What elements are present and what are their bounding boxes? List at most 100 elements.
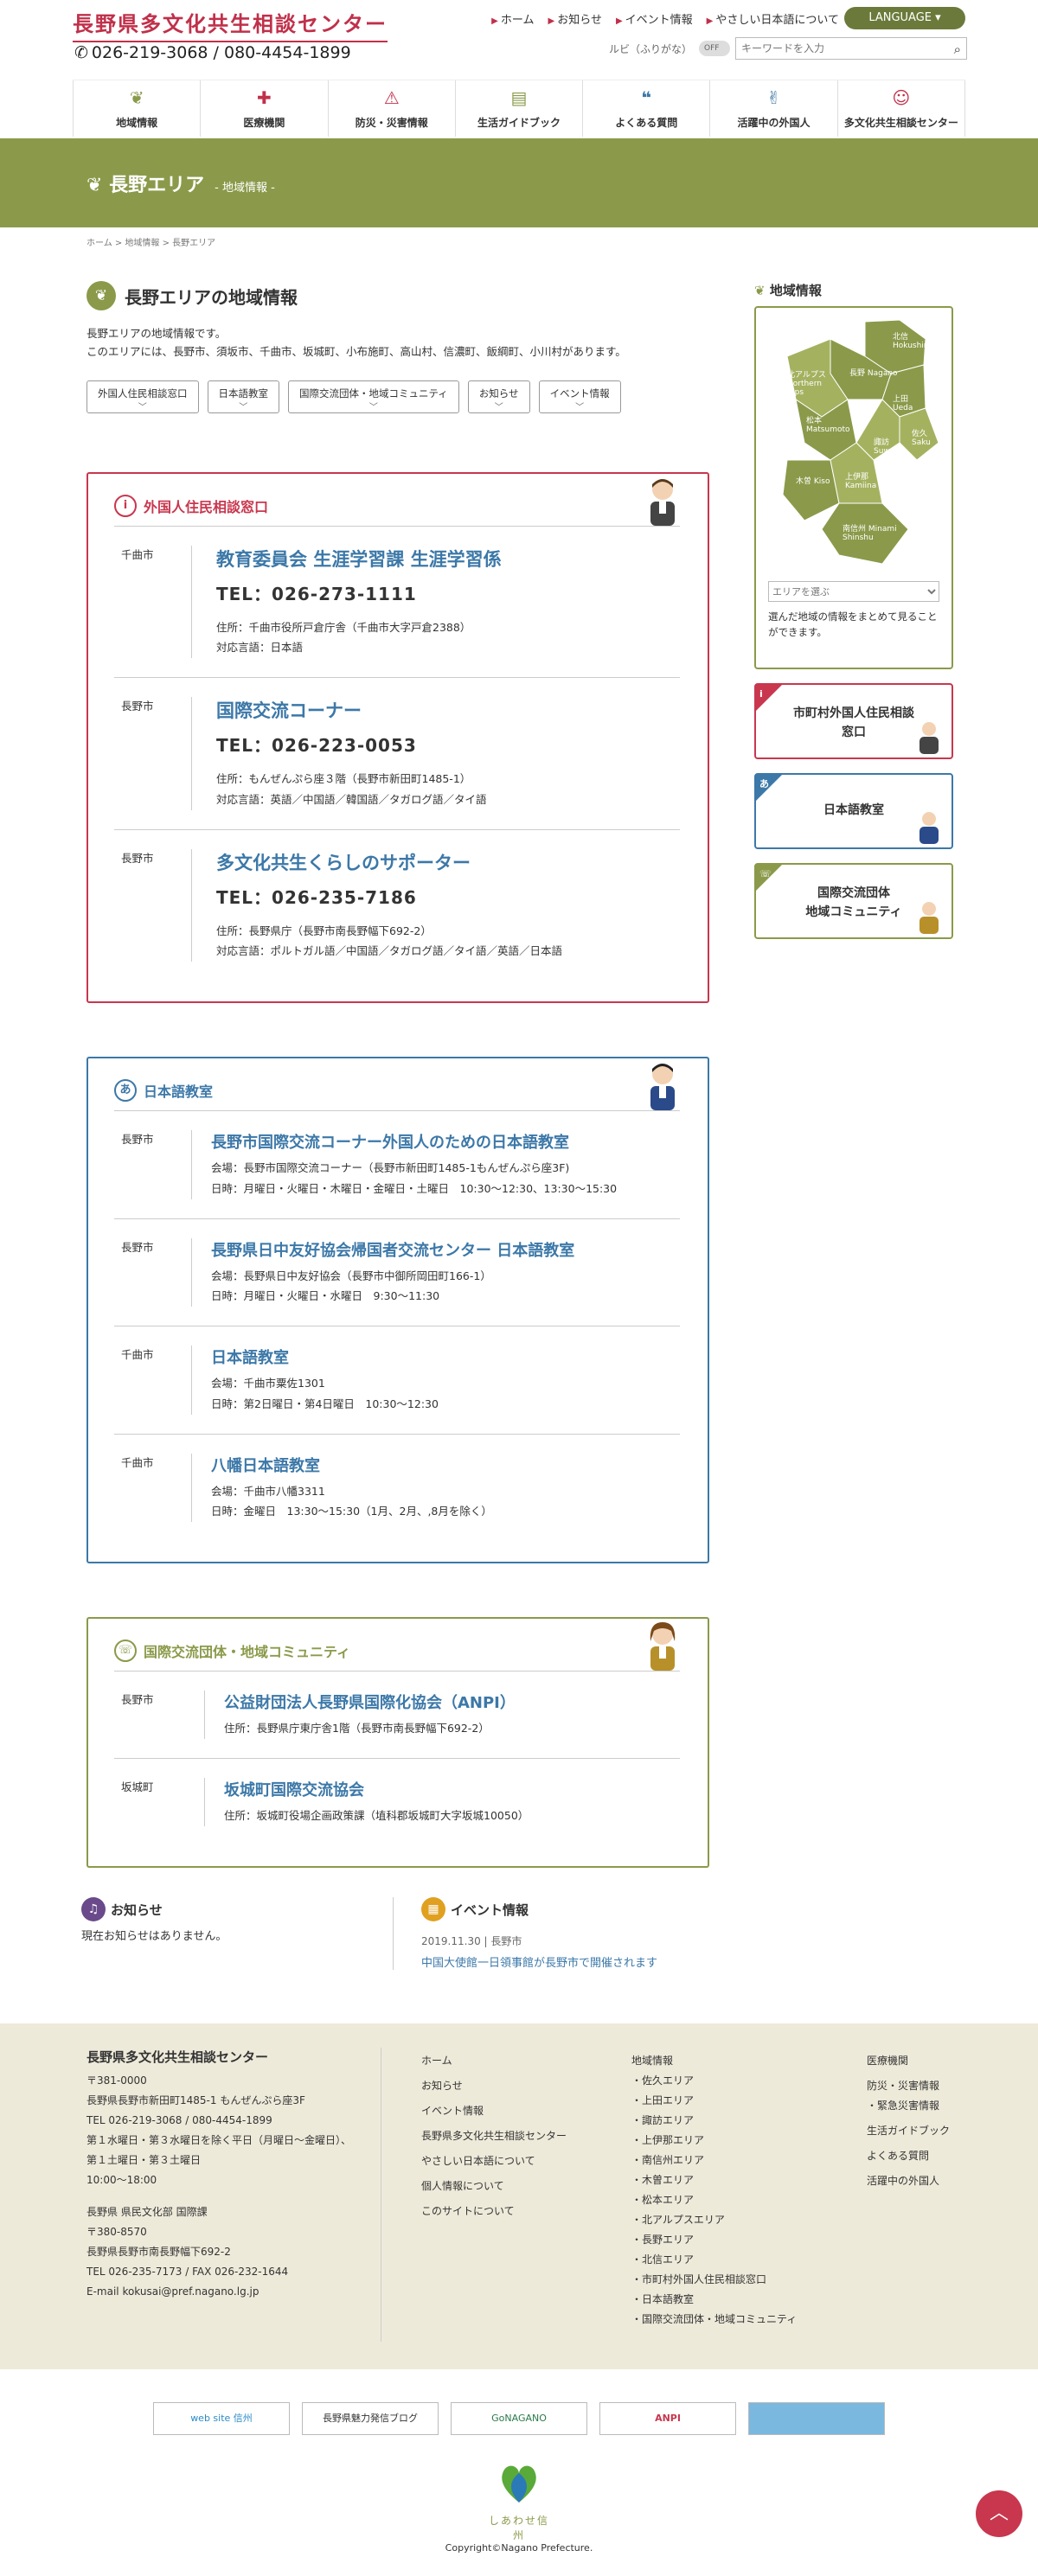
row-info: 国際交流コーナー TEL：026-223-0053 住所：もんぜんぷら座３階（長…	[192, 697, 680, 810]
footer-link[interactable]: 長野県多文化共生相談センター	[421, 2126, 567, 2146]
tab-groups[interactable]: 国際交流団体・地域コミュニティ	[288, 380, 459, 413]
row-address: 住所：坂城町役場企画政策課（埴科郡坂城町大字坂城10050）	[224, 1808, 529, 1822]
footer-link[interactable]: ・緊急災害情報	[867, 2096, 950, 2116]
page-title: ❦ 長野エリアの地域情報	[86, 281, 709, 310]
area-map[interactable]	[761, 313, 945, 572]
footer-line: TEL 026-235-7173 / FAX 026-232-1644	[86, 2266, 289, 2278]
intro-line: このエリアには、長野市、須坂市、千曲市、坂城町、小布施町、高山村、信濃町、飯綱町…	[86, 345, 626, 359]
side-btn-classes[interactable]: あ 日本語教室	[754, 773, 953, 849]
footer-link[interactable]: 防災・災害情報	[867, 2076, 950, 2096]
sidebar-heading: ❦ 地域情報	[754, 281, 953, 299]
site-title[interactable]: 長野県多文化共生相談センター	[73, 7, 388, 42]
gnav-guidebook[interactable]: ▤ 生活ガイドブック	[454, 80, 582, 137]
top-link-easy-japanese[interactable]: ▶ やさしい日本語について	[707, 10, 839, 27]
table-row: 長野市 公益財団法人長野県国際化協会（ANPI） 住所：長野県庁東庁舎1階（長野…	[114, 1672, 680, 1759]
event-link[interactable]: 中国大使館一日領事館が長野市で開催されます	[421, 1953, 704, 1970]
gnav-label: 生活ガイドブック	[477, 117, 561, 129]
side-btn-consult[interactable]: i 市町村外国人住民相談窓口	[754, 683, 953, 759]
footer-link[interactable]: ・上伊那エリア	[631, 2131, 797, 2151]
tab-consult[interactable]: 外国人住民相談窓口	[86, 380, 199, 413]
footer-link[interactable]: ・木曽エリア	[631, 2170, 797, 2190]
footer-org: 長野県多文化共生相談センター 〒381-0000 長野県長野市新田町1485-1…	[86, 2048, 381, 2302]
area-map-box: 北信 Hokushin 長野 Nagano 北アルプス Northern Alp…	[754, 306, 953, 669]
row-name[interactable]: 日本語教室	[211, 1346, 680, 1368]
tab-events[interactable]: イベント情報	[538, 380, 621, 413]
gnav-label: 防災・災害情報	[355, 117, 428, 129]
footer-link[interactable]: ・南信州エリア	[631, 2151, 797, 2170]
top-link-home[interactable]: ▶ ホーム	[491, 10, 534, 27]
footer-link[interactable]: 活躍中の外国人	[867, 2171, 950, 2191]
row-name[interactable]: 長野県日中友好協会帰国者交流センター 日本語教室	[211, 1238, 680, 1261]
gnav-medical[interactable]: ✚ 医療機関	[200, 80, 327, 137]
search-icon[interactable]: ⌕	[954, 42, 961, 57]
footer-link[interactable]: ・松本エリア	[631, 2190, 797, 2210]
side-btn-groups[interactable]: ☏ 国際交流団体 地域コミュニティ	[754, 863, 953, 939]
row-name[interactable]: 教育委員会 生涯学習課 生涯学習係	[216, 546, 680, 572]
footer-link[interactable]: 地域情報	[631, 2051, 797, 2071]
footer-link[interactable]: ・市町村外国人住民相談窓口	[631, 2270, 797, 2290]
leaf-icon: ❦	[86, 175, 103, 196]
footer-link[interactable]: イベント情報	[421, 2101, 567, 2121]
footer-link[interactable]: やさしい日本語について	[421, 2151, 567, 2171]
classes-heading-text: 日本語教室	[144, 1083, 214, 1100]
footer-link[interactable]: 医療機関	[867, 2051, 950, 2071]
teacher-avatar-icon	[650, 1064, 675, 1110]
gnav-active-foreigners[interactable]: ✌ 活躍中の外国人	[709, 80, 836, 137]
gnav-disaster[interactable]: ⚠ 防災・災害情報	[327, 80, 455, 137]
row-tel[interactable]: TEL：026-235-7186	[216, 884, 680, 909]
row-name[interactable]: 国際交流コーナー	[216, 697, 680, 723]
breadcrumb[interactable]: ホーム > 地域情報 > 長野エリア	[86, 235, 215, 248]
gnav-faq[interactable]: ❝ よくある質問	[582, 80, 709, 137]
row-name[interactable]: 長野市国際交流コーナー外国人のための日本語教室	[211, 1130, 680, 1153]
tel-text: 026-219-3068 / 080-4454-1899	[91, 43, 351, 62]
footer-link[interactable]: よくある質問	[867, 2146, 950, 2166]
gnav-center[interactable]: ☺ 多文化共生相談センター	[836, 80, 965, 137]
area-select[interactable]: エリアを選ぶ	[768, 581, 939, 602]
row-language: 対応言語：日本語	[216, 641, 304, 655]
side-btn-label: 市町村外国人住民相談窓口	[793, 706, 914, 740]
gnav-area-info[interactable]: ❦ 地域情報	[73, 80, 200, 137]
search-input[interactable]	[736, 38, 935, 59]
tab-classes[interactable]: 日本語教室	[207, 380, 279, 413]
ruby-toggle[interactable]: OFF	[699, 41, 730, 56]
banner-subtitle: - 地域情報 -	[215, 182, 275, 195]
footer-link[interactable]: ・佐久エリア	[631, 2071, 797, 2091]
footer-link[interactable]: 生活ガイドブック	[867, 2121, 950, 2141]
footer-link[interactable]: ・北アルプスエリア	[631, 2210, 797, 2230]
row-tel[interactable]: TEL：026-273-1111	[216, 580, 680, 605]
footer-link[interactable]: 個人情報について	[421, 2176, 567, 2196]
banner-blog[interactable]: 長野県魅力発信ブログ	[302, 2402, 439, 2435]
footer-link[interactable]: ・国際交流団体・地域コミュニティ	[631, 2310, 797, 2330]
groups-box: ☏ 国際交流団体・地域コミュニティ 長野市 公益財団法人長野県国際化協会（ANPI…	[86, 1617, 709, 1868]
top-link-news[interactable]: ▶ お知らせ	[548, 10, 602, 27]
banner-web-shinshu[interactable]: web site 信州	[153, 2402, 290, 2435]
footer-link[interactable]: お知らせ	[421, 2076, 567, 2096]
row-name[interactable]: 多文化共生くらしのサポーター	[216, 849, 680, 875]
footer-link[interactable]: ・北信エリア	[631, 2250, 797, 2270]
tab-news[interactable]: お知らせ	[467, 380, 530, 413]
ruby-label: ルビ（ふりがな）	[609, 43, 693, 55]
row-tel[interactable]: TEL：026-223-0053	[216, 732, 680, 757]
banner-title: ❦ 長野エリア - 地域情報 -	[86, 169, 275, 197]
top-link-events[interactable]: ▶ イベント情報	[616, 10, 693, 27]
top-link-label: ホーム	[500, 14, 535, 27]
language-button[interactable]: LANGUAGE ▾	[844, 7, 965, 29]
footer-link[interactable]: ・長野エリア	[631, 2230, 797, 2250]
back-to-top-button[interactable]: ︿	[976, 2490, 1022, 2537]
footer-link[interactable]: ・諏訪エリア	[631, 2111, 797, 2131]
footer-link[interactable]: ホーム	[421, 2051, 567, 2071]
row-name[interactable]: 坂城町国際交流協会	[224, 1778, 680, 1800]
footer-link[interactable]: ・上田エリア	[631, 2091, 797, 2111]
leaf-icon: ❦	[129, 87, 144, 108]
row-name[interactable]: 八幡日本語教室	[211, 1454, 680, 1476]
map-description: 選んだ地域の情報をまとめて見ることができます。	[768, 610, 938, 639]
banner-gonagano[interactable]: GoNAGANO	[451, 2402, 587, 2435]
row-name[interactable]: 公益財団法人長野県国際化協会（ANPI）	[224, 1691, 680, 1713]
footer-link[interactable]: このサイトについて	[421, 2202, 567, 2221]
footer-link[interactable]: ・日本語教室	[631, 2290, 797, 2310]
footer-org-name: 長野県多文化共生相談センター	[86, 2049, 269, 2065]
banner-image[interactable]	[748, 2402, 885, 2435]
row-address: 住所：長野県庁（長野市南長野幅下692-2）	[216, 924, 432, 937]
consult-box: i 外国人住民相談窓口 千曲市 教育委員会 生涯学習課 生涯学習係 TEL：026…	[86, 471, 709, 1003]
banner-anpi[interactable]: ANPI	[599, 2402, 736, 2435]
